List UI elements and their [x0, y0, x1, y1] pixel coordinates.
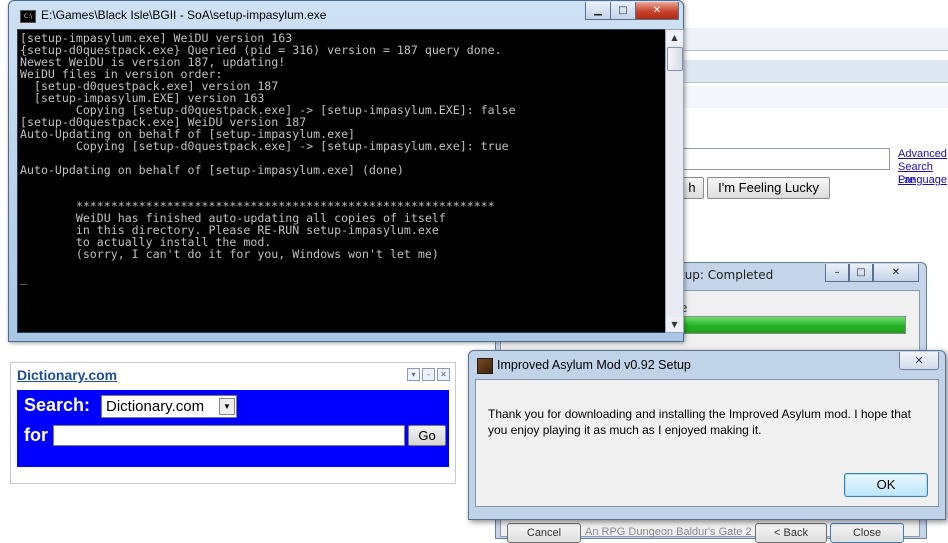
feeling-lucky-button[interactable]: I'm Feeling Lucky: [707, 177, 830, 199]
console-window: C:\ E:\Games\Black Isle\BGII - SoA\setup…: [8, 0, 684, 342]
dictionary-query-input[interactable]: [53, 425, 405, 446]
scroll-up-icon[interactable]: ▲: [666, 30, 683, 45]
setup-app-icon: [477, 358, 493, 374]
installer-maximize-button[interactable]: □: [849, 264, 873, 282]
dictionary-for-label: for: [24, 425, 48, 445]
browser-links-bar: [680, 86, 948, 108]
console-output[interactable]: [setup-impasylum.exe] WeiDU version 163{…: [17, 29, 667, 333]
scroll-thumb[interactable]: [667, 47, 683, 71]
installer-minimize-button[interactable]: –: [825, 264, 849, 282]
console-line: Copying [setup-d0questpack.exe] -> [setu…: [20, 139, 509, 153]
dialog-close-button[interactable]: ✕: [899, 352, 939, 370]
console-app-icon: C:\: [20, 10, 36, 23]
console-scrollbar[interactable]: ▲ ▼: [665, 29, 684, 333]
installer-back-button[interactable]: < Back: [755, 523, 827, 543]
dialog-message: Thank you for downloading and installing…: [488, 407, 911, 437]
dictionary-title-link[interactable]: Dictionary.com: [17, 367, 117, 383]
installer-cancel-button[interactable]: Cancel: [507, 523, 581, 543]
installer-title: tup: Completed: [680, 268, 774, 282]
scroll-down-icon[interactable]: ▼: [666, 317, 683, 332]
installer-close-button[interactable]: ✕: [873, 264, 919, 282]
dialog-body: Thank you for downloading and installing…: [475, 379, 939, 507]
language-tools-link[interactable]: Language: [898, 174, 947, 187]
widget-close-icon[interactable]: ✕: [437, 368, 450, 381]
dictionary-select-value: Dictionary.com: [106, 398, 205, 415]
dictionary-go-button[interactable]: Go: [408, 425, 446, 446]
dictionary-search-panel: Search: Dictionary.com ▼ for Go: [17, 390, 449, 467]
advanced-search-link[interactable]: Advanced: [898, 148, 947, 161]
console-line: (sorry, I can't do it for you, Windows w…: [20, 247, 439, 261]
console-close-button[interactable]: ✕: [635, 2, 679, 20]
console-line: _: [20, 271, 27, 285]
chevron-down-icon[interactable]: ▼: [219, 398, 235, 415]
console-title: E:\Games\Black Isle\BGII - SoA\setup-imp…: [41, 8, 327, 22]
dialog-title: Improved Asylum Mod v0.92 Setup: [497, 358, 691, 372]
console-line: Auto-Updating on behalf of [setup-impasy…: [20, 163, 404, 177]
dictionary-source-select[interactable]: Dictionary.com ▼: [101, 395, 237, 418]
setup-dialog: Improved Asylum Mod v0.92 Setup ✕ Thank …: [468, 350, 946, 520]
widget-collapse-icon[interactable]: ▾: [407, 368, 420, 381]
widget-minimize-icon[interactable]: –: [422, 368, 435, 381]
browser-address-bar[interactable]: [680, 28, 948, 51]
console-maximize-button[interactable]: □: [610, 2, 636, 20]
dictionary-widget: Dictionary.com ▾ – ✕ Search: Dictionary.…: [10, 362, 456, 484]
ok-button[interactable]: OK: [844, 473, 928, 497]
console-minimize-button[interactable]: ▁: [585, 2, 611, 20]
installer-branding: An RPG Dungeon Baldur's Gate 2: [585, 526, 752, 538]
dictionary-search-label: Search:: [24, 395, 91, 415]
google-search-input[interactable]: [680, 148, 890, 170]
installer-close-btn[interactable]: Close: [830, 523, 904, 543]
browser-toolbar: [680, 60, 948, 83]
